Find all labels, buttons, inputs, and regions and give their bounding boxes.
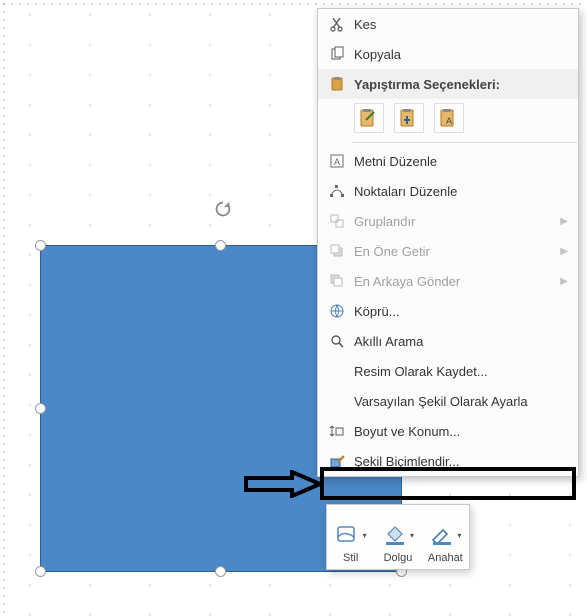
menu-size-position-label: Boyut ve Konum...: [350, 424, 572, 439]
context-menu: Kes Kopyala Yapıştırma Seçenekleri: A A …: [317, 8, 579, 477]
resize-handle-bottom-middle[interactable]: [215, 566, 226, 577]
mini-fill-label: Dolgu: [384, 552, 413, 564]
group-icon: [324, 213, 350, 229]
submenu-caret-icon: ▶: [556, 276, 572, 287]
svg-text:A: A: [334, 157, 340, 167]
menu-set-default-shape-label: Varsayılan Şekil Olarak Ayarla: [350, 394, 572, 409]
menu-paste-header: Yapıştırma Seçenekleri:: [318, 69, 578, 99]
resize-handle-top-middle[interactable]: [215, 240, 226, 251]
menu-format-shape[interactable]: Şekil Biçimlendir...: [318, 446, 578, 476]
menu-send-back: En Arkaya Gönder ▶: [318, 266, 578, 296]
annotation-arrow: [244, 470, 322, 498]
mini-outline-button[interactable]: ▾ Anahat: [422, 505, 469, 569]
menu-group-label: Gruplandır: [350, 214, 556, 229]
menu-copy-label: Kopyala: [350, 47, 572, 62]
svg-text:A: A: [446, 116, 452, 126]
outline-icon: ▾: [429, 522, 461, 548]
hyperlink-icon: [324, 303, 350, 319]
menu-save-as-picture[interactable]: Resim Olarak Kaydet...: [318, 356, 578, 386]
mini-style-button[interactable]: ▾ Stil: [327, 505, 374, 569]
paste-options-row: A: [318, 99, 578, 139]
mini-outline-label: Anahat: [428, 552, 463, 564]
menu-bring-front-label: En Öne Getir: [350, 244, 556, 259]
resize-handle-middle-left[interactable]: [35, 403, 46, 414]
menu-hyperlink-label: Köprü...: [350, 304, 572, 319]
format-shape-icon: [324, 453, 350, 469]
menu-size-position[interactable]: Boyut ve Konum...: [318, 416, 578, 446]
search-icon: [324, 333, 350, 349]
menu-smart-lookup-label: Akıllı Arama: [350, 334, 572, 349]
menu-save-as-picture-label: Resim Olarak Kaydet...: [350, 364, 572, 379]
edit-points-icon: [324, 183, 350, 199]
send-back-icon: [324, 273, 350, 289]
paste-option-keep-source[interactable]: [394, 103, 424, 133]
rotate-handle[interactable]: [212, 198, 234, 220]
menu-cut[interactable]: Kes: [318, 9, 578, 39]
menu-edit-text-label: Metni Düzenle: [350, 154, 572, 169]
paste-icon: [324, 76, 350, 92]
menu-send-back-label: En Arkaya Gönder: [350, 274, 556, 289]
resize-handle-bottom-left[interactable]: [35, 566, 46, 577]
menu-copy[interactable]: Kopyala: [318, 39, 578, 69]
menu-edit-text[interactable]: A Metni Düzenle: [318, 146, 578, 176]
edit-text-icon: A: [324, 153, 350, 169]
menu-format-shape-label: Şekil Biçimlendir...: [350, 454, 572, 469]
copy-icon: [324, 46, 350, 62]
menu-group: Gruplandır ▶: [318, 206, 578, 236]
menu-set-default-shape[interactable]: Varsayılan Şekil Olarak Ayarla: [318, 386, 578, 416]
fill-icon: ▾: [382, 522, 414, 548]
submenu-caret-icon: ▶: [556, 216, 572, 227]
menu-smart-lookup[interactable]: Akıllı Arama: [318, 326, 578, 356]
menu-cut-label: Kes: [350, 17, 572, 32]
menu-bring-front: En Öne Getir ▶: [318, 236, 578, 266]
menu-paste-header-label: Yapıştırma Seçenekleri:: [350, 77, 572, 92]
style-icon: ▾: [335, 522, 367, 548]
menu-edit-points[interactable]: Noktaları Düzenle: [318, 176, 578, 206]
submenu-caret-icon: ▶: [556, 246, 572, 257]
menu-separator: [352, 142, 578, 143]
resize-handle-top-left[interactable]: [35, 240, 46, 251]
mini-style-label: Stil: [343, 552, 358, 564]
ruler-left: [0, 0, 10, 616]
mini-toolbar: ▾ Stil ▾ Dolgu ▾ Anahat: [326, 504, 470, 570]
menu-edit-points-label: Noktaları Düzenle: [350, 184, 572, 199]
paste-option-use-destination-theme[interactable]: [354, 103, 384, 133]
bring-front-icon: [324, 243, 350, 259]
paste-option-picture[interactable]: A: [434, 103, 464, 133]
size-position-icon: [324, 423, 350, 439]
mini-fill-button[interactable]: ▾ Dolgu: [374, 505, 421, 569]
cut-icon: [324, 16, 350, 32]
menu-hyperlink[interactable]: Köprü...: [318, 296, 578, 326]
